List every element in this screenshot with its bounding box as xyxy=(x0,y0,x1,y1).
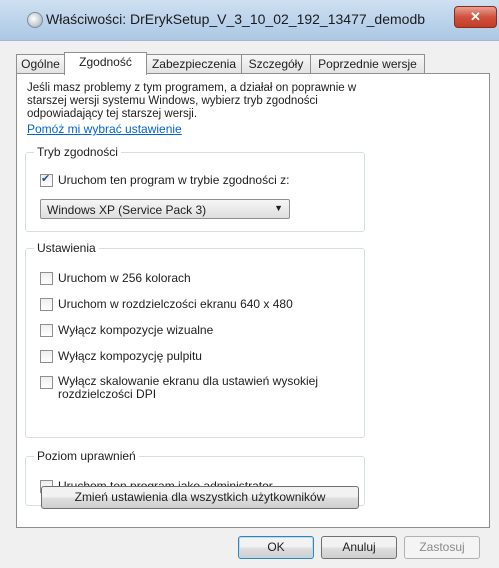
intro-text: Jeśli masz problemy z tym programem, a d… xyxy=(27,82,357,120)
setting-label: Wyłącz kompozycję pulpitu xyxy=(58,349,202,363)
os-version-dropdown[interactable]: Windows XP (Service Pack 3) ▼ xyxy=(40,199,290,219)
close-button[interactable]: ✕ xyxy=(454,6,497,28)
tab-previous-versions[interactable]: Poprzednie wersje xyxy=(310,54,425,73)
setting-label: Wyłącz kompozycje wizualne xyxy=(58,323,214,337)
dropdown-value: Windows XP (Service Pack 3) xyxy=(47,203,207,217)
compatibility-panel: Jeśli masz problemy z tym programem, a d… xyxy=(16,73,490,528)
title-bar[interactable]: Właściwości: DrErykSetup_V_3_10_02_192_1… xyxy=(0,0,499,41)
window-title: Właściwości: DrErykSetup_V_3_10_02_192_1… xyxy=(46,11,426,27)
checkbox-icon[interactable] xyxy=(40,350,53,363)
checkbox-icon[interactable] xyxy=(40,272,53,285)
tab-compatibility[interactable]: Zgodność xyxy=(64,52,147,75)
compat-mode-checkbox[interactable]: Uruchom ten program w trybie zgodności z… xyxy=(40,172,290,187)
chevron-down-icon: ▼ xyxy=(274,203,283,213)
setting-256-colors[interactable]: Uruchom w 256 kolorach xyxy=(40,271,191,285)
help-link[interactable]: Pomóż mi wybrać ustawienie xyxy=(27,122,182,136)
tab-details[interactable]: Szczegóły xyxy=(241,54,311,73)
all-users-button[interactable]: Zmień ustawienia dla wszystkich użytkown… xyxy=(41,486,359,509)
properties-dialog: Właściwości: DrErykSetup_V_3_10_02_192_1… xyxy=(0,0,499,568)
ok-button[interactable]: OK xyxy=(238,536,314,559)
compat-mode-checkbox-label: Uruchom ten program w trybie zgodności z… xyxy=(58,173,290,187)
cancel-button[interactable]: Anuluj xyxy=(321,536,397,559)
apply-button[interactable]: Zastosuj xyxy=(404,536,480,559)
setting-label: Uruchom w 256 kolorach xyxy=(58,271,191,285)
checkbox-icon[interactable] xyxy=(40,376,53,389)
setting-label: Wyłącz skalowanie ekranu dla ustawień wy… xyxy=(58,374,319,401)
checkbox-checked-icon[interactable] xyxy=(40,172,53,187)
tab-general[interactable]: Ogólne xyxy=(16,54,65,73)
settings-group: Ustawienia Uruchom w 256 kolorach Urucho… xyxy=(25,241,365,438)
app-icon xyxy=(27,12,43,28)
setting-640x480[interactable]: Uruchom w rozdzielczości ekranu 640 x 48… xyxy=(40,297,293,311)
setting-disable-dpi-scaling[interactable]: Wyłącz skalowanie ekranu dla ustawień wy… xyxy=(40,375,340,401)
setting-disable-visual-themes[interactable]: Wyłącz kompozycje wizualne xyxy=(40,323,213,337)
setting-disable-desktop-composition[interactable]: Wyłącz kompozycję pulpitu xyxy=(40,349,202,363)
compat-mode-label: Tryb zgodności xyxy=(34,145,121,159)
setting-label: Uruchom w rozdzielczości ekranu 640 x 48… xyxy=(58,297,293,311)
compat-mode-group: Tryb zgodności Uruchom ten program w try… xyxy=(25,145,365,232)
checkbox-icon[interactable] xyxy=(40,298,53,311)
privilege-label: Poziom uprawnień xyxy=(34,449,139,463)
dialog-client: Ogólne Zgodność Zabezpieczenia Szczegóły… xyxy=(0,41,499,568)
checkbox-icon[interactable] xyxy=(40,324,53,337)
tab-security[interactable]: Zabezpieczenia xyxy=(146,54,242,73)
settings-label: Ustawienia xyxy=(34,241,99,255)
